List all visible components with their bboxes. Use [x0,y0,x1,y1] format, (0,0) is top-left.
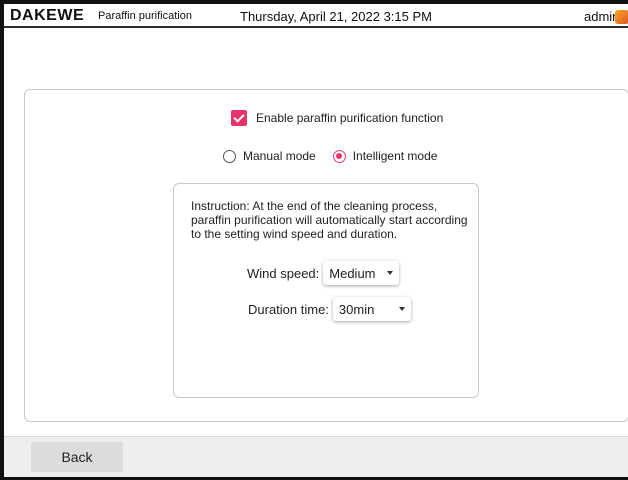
datetime: Thursday, April 21, 2022 3:15 PM [240,9,432,24]
duration-value: 30min [338,301,375,317]
chevron-down-icon [387,271,394,275]
chevron-down-icon [398,307,405,311]
duration-select[interactable]: 30min [332,297,411,321]
intelligent-settings-box: Instruction: At the end of the cleaning … [173,183,479,398]
manual-mode-radio[interactable] [223,149,236,163]
mode-selector: Manual mode Intelligent mode [223,149,437,163]
bottom-bar: Back [4,436,628,477]
wind-speed-label: Wind speed: [247,265,320,281]
wind-speed-value: Medium [329,265,376,281]
wind-speed-select[interactable]: Medium [323,261,400,285]
page-title: Paraffin purification [98,10,192,22]
intelligent-mode-label[interactable]: Intelligent mode [353,149,438,163]
wind-speed-row: Wind speed: Medium [247,261,400,285]
instruction-text: Instruction: At the end of the cleaning … [191,199,468,241]
enable-checkbox[interactable] [231,110,247,126]
back-button[interactable]: Back [31,442,123,472]
logo: DAKEWE [10,7,85,24]
intelligent-mode-radio[interactable] [332,149,346,163]
duration-label: Duration time: [248,301,329,317]
manual-mode-label[interactable]: Manual mode [243,149,316,163]
enable-purification-option[interactable]: Enable paraffin purification function [231,110,443,126]
top-bar: DAKEWE Paraffin purification Thursday, A… [4,4,628,28]
enable-label: Enable paraffin purification function [256,111,444,125]
settings-panel: Enable paraffin purification function Ma… [24,89,628,422]
duration-row: Duration time: 30min [248,297,411,321]
user-avatar-icon[interactable] [615,10,628,24]
